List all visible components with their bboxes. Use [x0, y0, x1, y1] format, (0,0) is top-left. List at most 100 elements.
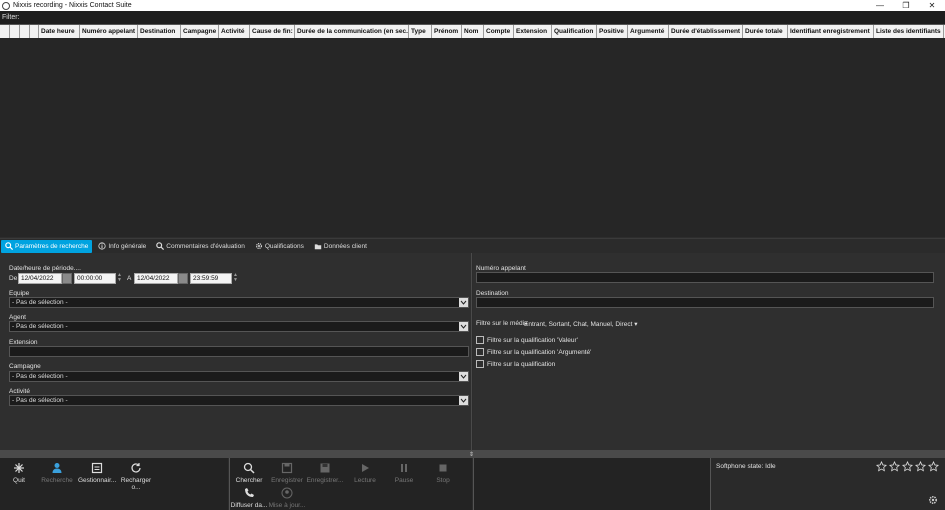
user-icon: [268, 486, 306, 500]
play-button[interactable]: Lecture: [346, 461, 384, 484]
col-campagne[interactable]: Campagne: [181, 25, 219, 38]
star-icon[interactable]: [928, 461, 939, 472]
stop-button[interactable]: Stop: [424, 461, 462, 484]
qual-value-label: Filtre sur la qualification 'Valeur': [487, 337, 578, 344]
col-compte[interactable]: Compte: [484, 25, 514, 38]
save-as-label: Enregistrer...: [306, 477, 344, 484]
activity-select[interactable]: - Pas de sélection -: [9, 395, 469, 406]
grid-row-header-3[interactable]: [20, 25, 30, 38]
to-date-input[interactable]: 12/04/2022: [134, 273, 178, 284]
col-destination[interactable]: Destination: [138, 25, 181, 38]
find-button[interactable]: Chercher: [230, 461, 268, 484]
softphone-state: Softphone state: Idle: [716, 463, 776, 470]
from-time-spinner[interactable]: ▲ ▼: [116, 273, 123, 284]
play-icon: [346, 461, 384, 475]
info-icon: [98, 242, 106, 250]
col-liste-identifiants[interactable]: Liste des identifiants: [874, 25, 944, 38]
phone-icon: [230, 486, 268, 500]
col-qualification[interactable]: Qualification: [552, 25, 597, 38]
rating-stars[interactable]: [876, 461, 939, 472]
activity-select-value: - Pas de sélection -: [12, 397, 68, 404]
col-activite[interactable]: Activité: [219, 25, 250, 38]
calendar-icon[interactable]: [62, 273, 72, 284]
to-time-input[interactable]: 23:59:59: [190, 273, 232, 284]
save-button[interactable]: Enregistrer: [268, 461, 306, 484]
period-label: Date/heure de période....: [9, 265, 81, 272]
col-argumente[interactable]: Argumenté: [628, 25, 669, 38]
search-icon: [156, 242, 165, 250]
tab-commentaires-evaluation[interactable]: Commentaires d'évaluation: [152, 240, 249, 253]
col-duree-etablissement[interactable]: Durée d'établissement: [669, 25, 743, 38]
caller-input[interactable]: [476, 272, 934, 283]
stop-label: Stop: [436, 477, 450, 484]
pause-button[interactable]: Pause: [385, 461, 423, 484]
search-agent-button[interactable]: Recherche: [38, 461, 76, 484]
chevron-down-icon: [459, 372, 468, 381]
reload-label: Recharger o...: [120, 477, 152, 491]
from-date-input[interactable]: 12/04/2022: [18, 273, 62, 284]
agent-select[interactable]: - Pas de sélection -: [9, 321, 469, 332]
softphone-panel: Softphone state: Idle: [710, 458, 945, 510]
manager-button[interactable]: Gestionnair...: [78, 461, 116, 484]
col-extension[interactable]: Extension: [514, 25, 552, 38]
col-nom[interactable]: Nom: [462, 25, 484, 38]
col-duree-totale[interactable]: Durée totale: [743, 25, 788, 38]
grid-row-header-4[interactable]: [30, 25, 39, 38]
restore-button[interactable]: ❐: [893, 1, 919, 10]
team-select[interactable]: - Pas de sélection -: [9, 297, 469, 308]
grid-row-header-1[interactable]: [0, 25, 10, 38]
search-agent-label: Recherche: [41, 477, 73, 484]
from-time-input[interactable]: 00:00:00: [74, 273, 116, 284]
col-cause-de-fin[interactable]: Cause de fin:: [250, 25, 295, 38]
col-prenom[interactable]: Prénom: [432, 25, 462, 38]
to-time-spinner[interactable]: ▲ ▼: [232, 273, 239, 284]
col-positive[interactable]: Positive: [597, 25, 628, 38]
star-icon[interactable]: [902, 461, 913, 472]
star-icon[interactable]: [915, 461, 926, 472]
tab-qualifications[interactable]: Qualifications: [251, 240, 308, 253]
panel-splitter[interactable]: ⇕: [0, 450, 945, 458]
close-button[interactable]: ✕: [919, 1, 945, 10]
save-as-button[interactable]: Enregistrer...: [306, 461, 344, 484]
minimize-button[interactable]: —: [867, 1, 893, 10]
qual-value-checkbox[interactable]: [476, 336, 484, 344]
tab-donnees-client[interactable]: Données client: [310, 240, 371, 253]
chevron-down-icon: [459, 298, 468, 307]
search-icon: [230, 461, 268, 475]
caret-down-icon: ▾: [634, 321, 638, 328]
col-type[interactable]: Type: [409, 25, 432, 38]
destination-input[interactable]: [476, 297, 934, 308]
media-filter-dropdown[interactable]: Entrant, Sortant, Chat, Manuel, Direct ▾: [524, 320, 637, 328]
caller-label: Numéro appelant: [476, 265, 526, 272]
extension-input[interactable]: [9, 346, 469, 357]
col-duree-communication[interactable]: Durée de la communication (en sec.): [295, 25, 409, 38]
col-numero-appelant[interactable]: Numéro appelant: [80, 25, 138, 38]
quit-button[interactable]: Quit: [0, 461, 38, 484]
extension-label: Extension: [9, 339, 38, 346]
tab-label: Données client: [323, 242, 367, 250]
qual-argued-checkbox[interactable]: [476, 348, 484, 356]
star-icon[interactable]: [876, 461, 887, 472]
details-tabs: Paramètres de recherche Info générale Co…: [0, 238, 945, 253]
filter-bar: Filter:: [0, 11, 945, 24]
pause-icon: [385, 461, 423, 475]
qual-argued-label: Filtre sur la qualification 'Argumenté': [487, 349, 592, 356]
settings-gear-icon[interactable]: [928, 495, 938, 507]
col-identifiant-enregistrement[interactable]: Identifiant enregistrement: [788, 25, 874, 38]
star-icon[interactable]: [889, 461, 900, 472]
campaign-select[interactable]: - Pas de sélection -: [9, 371, 469, 382]
reload-button[interactable]: Recharger o...: [117, 461, 155, 491]
qual-checkbox[interactable]: [476, 360, 484, 368]
tab-parametres-recherche[interactable]: Paramètres de recherche: [1, 239, 93, 253]
tab-info-generale[interactable]: Info générale: [94, 240, 150, 253]
broadcast-button[interactable]: Diffuser da...: [230, 486, 268, 509]
activity-label: Activité: [9, 388, 30, 395]
chevron-down-icon: [459, 396, 468, 405]
update-button[interactable]: Mise à jour...: [268, 486, 306, 509]
calendar-icon[interactable]: [178, 273, 188, 284]
col-date-heure[interactable]: Date heure: [39, 25, 80, 38]
stop-icon: [424, 461, 462, 475]
grid-row-header-2[interactable]: [10, 25, 20, 38]
update-label: Mise à jour...: [268, 502, 306, 509]
results-grid[interactable]: Date heure Numéro appelant Destination C…: [0, 24, 945, 237]
